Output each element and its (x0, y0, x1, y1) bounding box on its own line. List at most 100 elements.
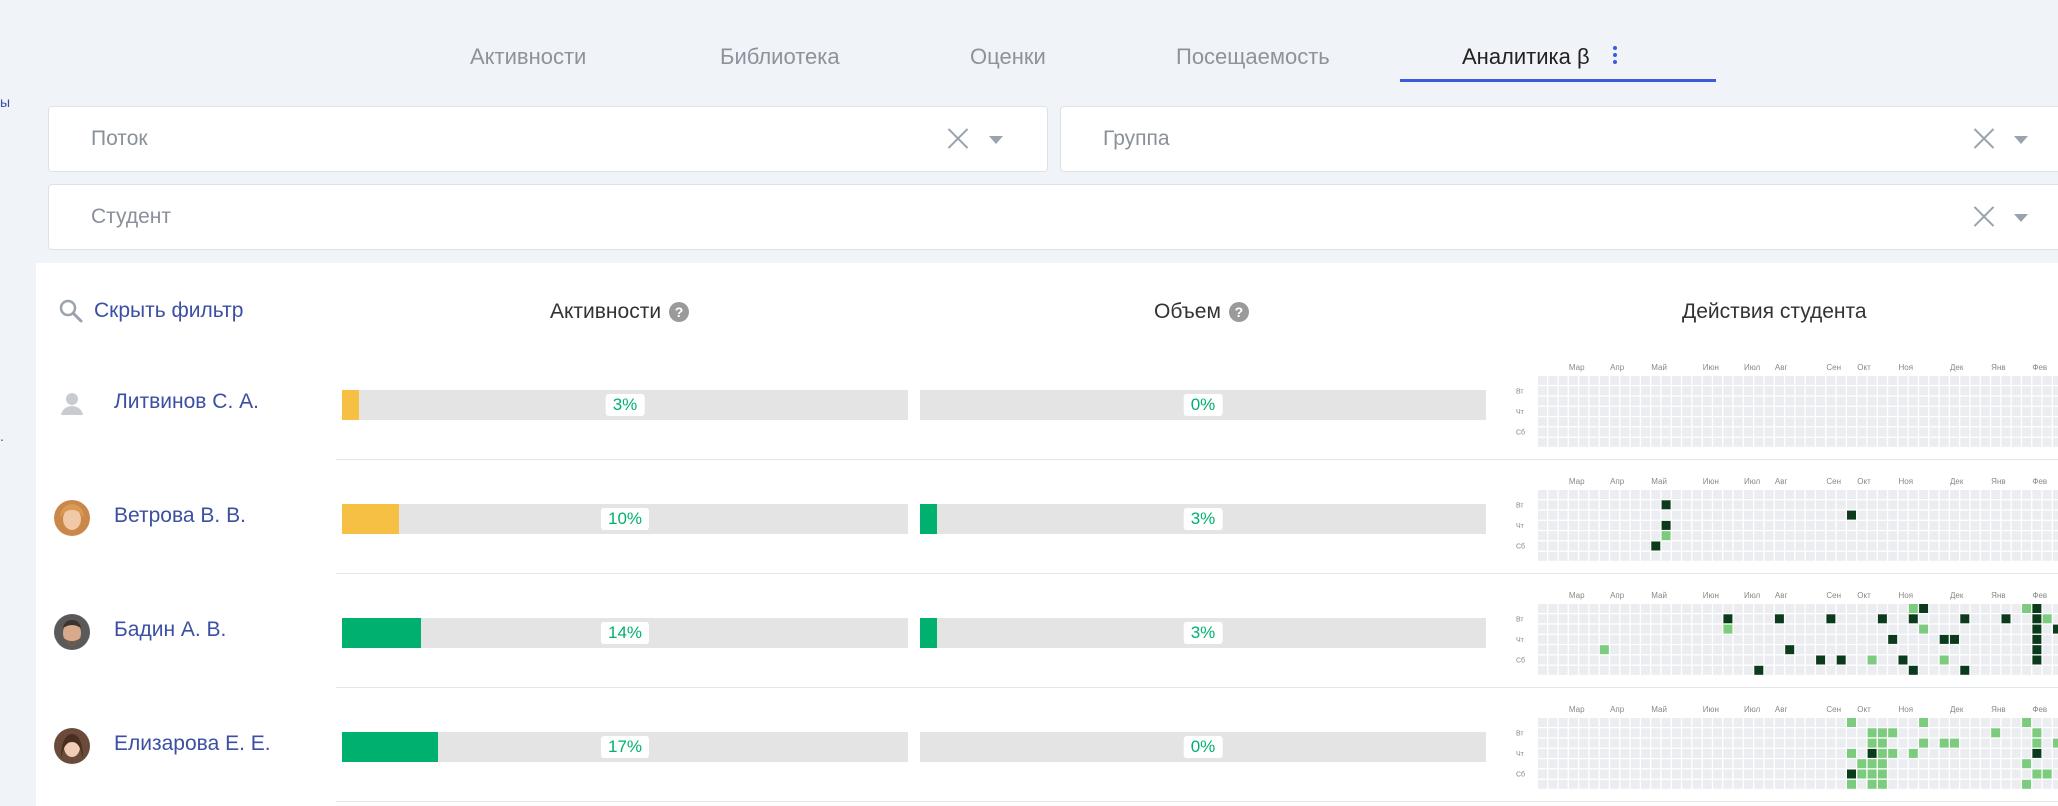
activity-progress: 14% (342, 618, 908, 648)
heatmap-cell (1682, 614, 1692, 624)
heatmap-month-label: Авг (1775, 363, 1788, 372)
stream-select[interactable]: Поток (48, 106, 1048, 172)
heatmap-cell (1970, 531, 1980, 541)
help-icon[interactable]: ? (669, 302, 690, 322)
heatmap-cell (1764, 489, 1774, 499)
hide-filter-button[interactable]: Скрыть фильтр (58, 298, 243, 324)
heatmap-month-label: Май (1651, 477, 1667, 486)
heatmap-cell (1826, 551, 1836, 561)
heatmap-cell (2042, 645, 2052, 655)
heatmap-cell (2022, 510, 2032, 520)
heatmap-cell (1538, 417, 1548, 427)
heatmap-cell (1723, 769, 1733, 779)
heatmap-cell (1970, 551, 1980, 561)
tab-grades[interactable]: Оценки (970, 44, 1046, 70)
heatmap-cell (1877, 417, 1887, 427)
heatmap-cell (1939, 437, 1949, 447)
heatmap-cell (1744, 748, 1753, 758)
heatmap-cell (1867, 406, 1877, 416)
heatmap-cell (1857, 738, 1867, 748)
heatmap-cell (1826, 396, 1836, 406)
heatmap-cell (1908, 603, 1918, 613)
clear-icon[interactable] (947, 127, 969, 149)
heatmap-cell (1939, 603, 1949, 613)
heatmap-cell (1682, 500, 1692, 510)
heatmap-cell (1980, 541, 1990, 551)
heatmap-cell (1723, 655, 1733, 665)
help-icon[interactable]: ? (1228, 302, 1249, 322)
group-select[interactable]: Группа (1060, 106, 2058, 172)
heatmap-cell (1548, 417, 1558, 427)
heatmap-cell (1857, 779, 1867, 789)
heatmap-cell (1661, 406, 1671, 416)
heatmap-cell (1538, 406, 1548, 416)
student-name[interactable]: Ветрова В. В. (114, 504, 246, 528)
heatmap-cell (1836, 759, 1846, 769)
heatmap-cell (1970, 624, 1980, 634)
heatmap-cell (1558, 645, 1568, 655)
heatmap-cell (1661, 375, 1671, 385)
heatmap-cell (1599, 655, 1609, 665)
heatmap-cell (1939, 624, 1949, 634)
heatmap-cell (1610, 531, 1620, 541)
heatmap-cell (2042, 655, 2052, 665)
heatmap-cell (1692, 375, 1702, 385)
heatmap-cell (1579, 717, 1589, 727)
heatmap-month-label: Июл (1744, 705, 1761, 714)
heatmap-cell (1805, 396, 1815, 406)
heatmap-cell (1867, 655, 1877, 665)
heatmap-cell (1836, 645, 1846, 655)
heatmap-cell (1846, 551, 1856, 561)
tab-analytics[interactable]: Аналитика β (1462, 44, 1590, 70)
heatmap-cell (1589, 500, 1599, 510)
heatmap-cell (1826, 738, 1836, 748)
heatmap-cell (1682, 779, 1692, 789)
heatmap-month-label: Ноя (1898, 477, 1913, 486)
heatmap-cell (1754, 748, 1764, 758)
student-name[interactable]: Елизарова Е. Е. (114, 732, 271, 756)
heatmap-cell (1599, 717, 1609, 727)
heatmap-cell (1548, 769, 1558, 779)
chevron-down-icon[interactable] (2014, 214, 2028, 222)
chevron-down-icon[interactable] (989, 136, 1003, 144)
heatmap-cell (1589, 417, 1599, 427)
clear-icon[interactable] (1973, 205, 1995, 227)
clear-icon[interactable] (1973, 127, 1995, 149)
heatmap-cell (1599, 779, 1609, 789)
heatmap-cell (1877, 717, 1887, 727)
heatmap-cell (1888, 406, 1898, 416)
heatmap-month-label: Янв (1991, 363, 2005, 372)
heatmap-cell (1620, 738, 1630, 748)
heatmap-cell (1877, 614, 1887, 624)
tab-attendance[interactable]: Посещаемость (1176, 44, 1330, 70)
student-select[interactable]: Студент (48, 184, 2058, 250)
heatmap-cell (1898, 717, 1908, 727)
heatmap-cell (1846, 489, 1856, 499)
heatmap-cell (1795, 396, 1805, 406)
heatmap-cell (1846, 728, 1856, 738)
heatmap-cell (1805, 779, 1815, 789)
heatmap-month-label: Мар (1569, 591, 1585, 600)
heatmap-cell (1661, 738, 1671, 748)
heatmap-cell (1836, 489, 1846, 499)
heatmap-cell (1692, 417, 1702, 427)
tab-activities[interactable]: Активности (470, 44, 586, 70)
heatmap-cell (1630, 717, 1640, 727)
heatmap-cell (1949, 738, 1959, 748)
more-vertical-icon[interactable] (1612, 46, 1618, 68)
student-name[interactable]: Литвинов С. А. (114, 390, 259, 414)
tab-library[interactable]: Библиотека (720, 44, 840, 70)
heatmap-cell (1888, 759, 1898, 769)
heatmap-cell (1949, 759, 1959, 769)
heatmap-cell (1846, 759, 1856, 769)
heatmap-cell (1939, 738, 1949, 748)
heatmap-cell (1846, 541, 1856, 551)
heatmap-cell (1888, 427, 1898, 437)
heatmap-cell (1589, 520, 1599, 530)
avatar (54, 728, 90, 764)
heatmap-cell (2001, 531, 2011, 541)
student-name[interactable]: Бадин А. В. (114, 618, 226, 642)
chevron-down-icon[interactable] (2014, 136, 2028, 144)
heatmap-cell (1888, 728, 1898, 738)
heatmap-cell (1579, 759, 1589, 769)
